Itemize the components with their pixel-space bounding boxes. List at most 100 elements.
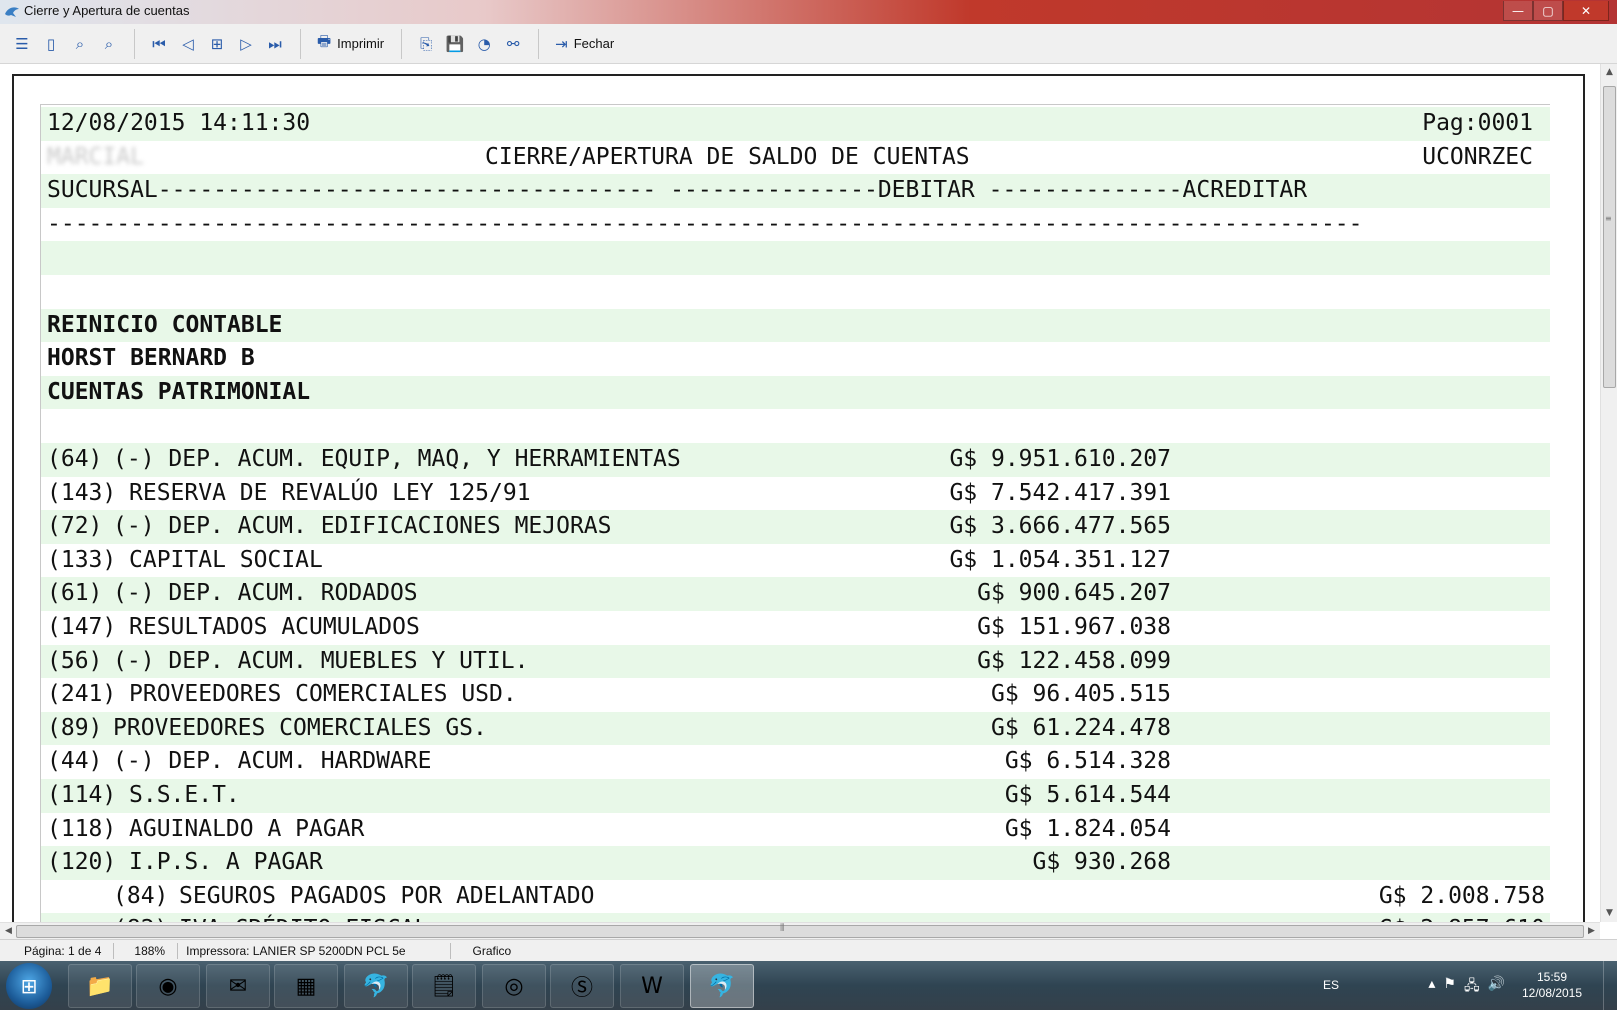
account-description: (-) DEP. ACUM. EDIFICACIONES MEJORAS (113, 513, 612, 540)
window-title: Cierre y Apertura de cuentas (24, 3, 190, 18)
scroll-down-icon[interactable]: ▼ (1601, 905, 1617, 922)
save-icon[interactable]: 💾 (441, 30, 469, 58)
table-row: (147) RESULTADOS ACUMULADOS G$ 151.967.038 (41, 611, 1550, 645)
horizontal-scrollbar[interactable]: ◀ ⦀ ▶ (0, 922, 1600, 939)
explorer-task[interactable]: 📁 (68, 964, 132, 1008)
table-row: (84) SEGUROS PAGADOS POR ADELANTADO G$ 2.0… (41, 880, 1550, 914)
account-code: (120) (47, 849, 117, 876)
section-account-type: CUENTAS PATRIMONIAL (47, 378, 311, 405)
scroll-right-icon[interactable]: ▶ (1583, 923, 1600, 940)
clock-time: 15:59 (1536, 970, 1568, 984)
toolbar: ☰ ▯ ⌕ ⌕ ⏮ ◁ ⊞ ▷ ⏭ 🖶 Imprimir ⎘ 💾 ◔ ⚯ ⇥ F… (0, 24, 1617, 64)
skype-task[interactable]: Ⓢ (550, 964, 614, 1008)
dolphin-app-task[interactable]: 🐬 (344, 964, 408, 1008)
chrome-task[interactable]: ◎ (482, 964, 546, 1008)
report-content: 12/08/2015 14:11:30 Pag:0001 MARCIAL CIE… (40, 104, 1550, 954)
account-description: (-) DEP. ACUM. RODADOS (113, 580, 418, 607)
debit-amount: G$ 930.268 (1032, 849, 1171, 876)
zoom-in-icon[interactable]: ⌕ (66, 30, 94, 58)
account-code: (64) (47, 446, 103, 472)
show-desktop-button[interactable] (1603, 961, 1617, 1010)
close-report-button[interactable]: ⇥ Fechar (549, 30, 620, 58)
exit-icon: ⇥ (555, 34, 568, 53)
account-description: I.P.S. A PAGAR (129, 849, 323, 876)
account-description: CAPITAL SOCIAL (129, 546, 323, 573)
account-code: (89) (47, 714, 103, 741)
minimize-button[interactable]: — (1503, 1, 1533, 21)
next-page-icon[interactable]: ▷ (232, 30, 260, 58)
maximize-button[interactable]: ▢ (1533, 1, 1563, 21)
document-view[interactable]: 12/08/2015 14:11:30 Pag:0001 MARCIAL CIE… (0, 64, 1600, 954)
last-page-icon[interactable]: ⏭ (261, 30, 289, 58)
skype-icon: Ⓢ (570, 976, 593, 1001)
debit-amount: G$ 6.514.328 (1004, 748, 1171, 775)
scroll-left-icon[interactable]: ◀ (0, 923, 17, 940)
full-page-icon[interactable]: ▯ (37, 30, 65, 58)
action-center-icon[interactable]: ⚑ (1443, 975, 1456, 999)
excel-task[interactable]: ▦ (274, 964, 338, 1008)
firefox-task[interactable]: ◉ (136, 964, 200, 1008)
network-icon[interactable]: 🖧 (1464, 975, 1480, 999)
account-code: (61) (47, 580, 103, 607)
dolphin-app-icon (5, 7, 19, 18)
report-datetime: 12/08/2015 14:11:30 (47, 110, 311, 136)
vertical-scrollbar[interactable]: ▲ ≡ ▼ (1600, 64, 1617, 922)
find-icon[interactable]: ⚯ (499, 30, 527, 58)
window-title-bar[interactable]: Cierre y Apertura de cuentas — ▢ ✕ (0, 0, 1617, 24)
export-icon[interactable]: ⎘ (412, 30, 440, 58)
close-window-button[interactable]: ✕ (1563, 1, 1609, 21)
table-row: (44) (-) DEP. ACUM. HARDWARE G$ 6.514.328 (41, 745, 1550, 779)
notes-icon: 🗒 (430, 973, 458, 999)
firefox-icon: ◉ (158, 973, 178, 999)
table-row: (114) S.S.E.T. G$ 5.614.544 (41, 779, 1550, 813)
report-separator: ----------------------------------------… (41, 208, 1550, 242)
page-width-icon[interactable]: ☰ (8, 30, 36, 58)
section-company: HORST BERNARD B (47, 345, 255, 372)
account-code: (147) (47, 614, 117, 640)
table-row: (72) (-) DEP. ACUM. EDIFICACIONES MEJORAS… (41, 510, 1550, 544)
debit-amount: G$ 7.542.417.391 (949, 479, 1171, 506)
zoom-out-icon[interactable]: ⌕ (95, 30, 123, 58)
table-row: (64) (-) DEP. ACUM. EQUIP, MAQ, Y HERRAMI… (41, 443, 1550, 477)
table-row: (61) (-) DEP. ACUM. RODADOS G$ 900.645.207 (41, 577, 1550, 611)
clock[interactable]: 15:59 12/08/2015 (1517, 969, 1587, 1001)
previous-page-icon[interactable]: ◁ (174, 30, 202, 58)
report-user: MARCIAL (47, 143, 144, 170)
show-hidden-icons-icon[interactable]: ▴ (1428, 975, 1435, 999)
taskbar: ⊞ 📁 ◉ ✉ ▦ 🐬 🗒 ◎ Ⓢ W 🐬 ES ▴ ⚑ 🖧 🔊 15:59 1… (0, 961, 1617, 1010)
debit-amount: G$ 900.645.207 (977, 580, 1171, 607)
section-reinicio: REINICIO CONTABLE (47, 311, 283, 338)
table-row: (241) PROVEEDORES COMERCIALES USD. G$ 96.4… (41, 678, 1550, 712)
volume-icon[interactable]: 🔊 (1488, 975, 1505, 999)
dolphin-icon: 🐬 (362, 973, 390, 999)
first-page-icon[interactable]: ⏮ (145, 30, 173, 58)
debit-amount: G$ 151.967.038 (977, 614, 1171, 640)
account-code: (72) (47, 513, 103, 540)
horizontal-scroll-thumb[interactable] (16, 925, 1584, 938)
vertical-scroll-thumb[interactable] (1603, 86, 1616, 388)
status-mode: Grafico (472, 943, 512, 958)
report-header-row-1: 12/08/2015 14:11:30 Pag:0001 (41, 107, 1550, 141)
table-row: (56) (-) DEP. ACUM. MUEBLES Y UTIL. G$ 122… (41, 644, 1550, 679)
dolphin-app-task-active[interactable]: 🐬 (690, 964, 754, 1008)
notes-task[interactable]: 🗒 (412, 964, 476, 1008)
table-row: (89) PROVEEDORES COMERCIALES GS. G$ 61.224… (41, 711, 1550, 746)
scroll-up-icon[interactable]: ▲ (1601, 64, 1617, 81)
word-task[interactable]: W (620, 964, 684, 1008)
debit-amount: G$ 96.405.515 (990, 681, 1171, 708)
account-description: S.S.E.T. (129, 782, 240, 808)
start-button[interactable]: ⊞ (6, 963, 52, 1009)
table-row: (133) CAPITAL SOCIAL G$ 1.054.351.127 (41, 544, 1550, 578)
debit-amount: G$ 3.666.477.565 (949, 513, 1171, 540)
open-icon[interactable]: ◔ (470, 30, 498, 58)
toolbar-separator (538, 28, 540, 59)
account-code: (118) (47, 815, 117, 842)
outlook-task[interactable]: ✉ (206, 964, 270, 1008)
table-row: (120) I.P.S. A PAGAR G$ 930.268 (41, 846, 1550, 880)
go-to-page-icon[interactable]: ⊞ (203, 30, 231, 58)
language-indicator[interactable]: ES (1323, 978, 1339, 992)
grip-icon: ⦀ (780, 923, 785, 934)
debit-amount: G$ 1.054.351.127 (949, 546, 1171, 573)
print-button[interactable]: 🖶 Imprimir (311, 30, 390, 58)
toolbar-separator (134, 28, 135, 59)
